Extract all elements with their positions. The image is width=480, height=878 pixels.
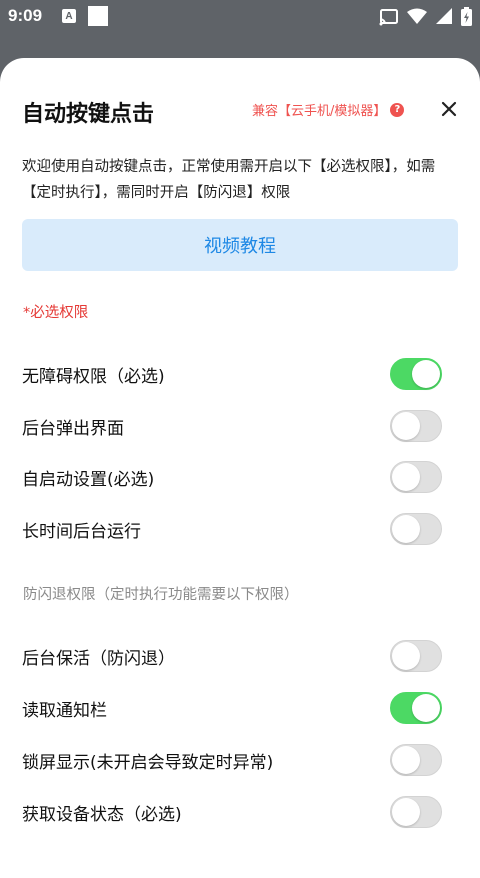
permission-sheet: 自动按键点击 兼容【云手机/模拟器】 ? 欢迎使用自动按键点击，正常使用需开启以… — [0, 58, 480, 878]
perm-label: 后台保活（防闪退） — [22, 648, 175, 669]
required-section-label: *必选权限 — [23, 305, 89, 321]
perm-row-lockscreen: 锁屏显示(未开启会导致定时异常) — [22, 740, 442, 780]
close-icon[interactable] — [439, 99, 459, 119]
perm-label: 长时间后台运行 — [22, 521, 141, 542]
perm-label: 后台弹出界面 — [22, 418, 124, 439]
toggle-knob — [392, 746, 420, 774]
device-state-toggle[interactable] — [390, 796, 442, 828]
perm-row-device-state: 获取设备状态（必选) — [22, 792, 442, 832]
perm-row-background-popup: 后台弹出界面 — [22, 406, 442, 446]
perm-label: 自启动设置(必选) — [22, 469, 155, 490]
toggle-knob — [392, 642, 420, 670]
help-icon[interactable]: ? — [390, 102, 405, 117]
perm-row-keep-alive: 后台保活（防闪退） — [22, 636, 442, 676]
anti-crash-section-label: 防闪退权限（定时执行功能需要以下权限） — [23, 587, 299, 603]
battery-icon — [461, 7, 472, 26]
intro-text: 欢迎使用自动按键点击，正常使用需开启以下【必选权限】，如需【定时执行】，需同时开… — [22, 159, 436, 201]
compat-label: 兼容【云手机/模拟器】 — [252, 104, 387, 119]
toggle-knob — [392, 463, 420, 491]
perm-row-accessibility: 无障碍权限（必选) — [22, 354, 442, 394]
perm-row-notification: 读取通知栏 — [22, 688, 442, 728]
toggle-knob — [412, 694, 440, 722]
toggle-knob — [392, 515, 420, 543]
toggle-knob — [392, 412, 420, 440]
status-time: 9:09 — [8, 6, 43, 25]
notification-a-icon: A — [62, 9, 76, 23]
lockscreen-toggle[interactable] — [390, 744, 442, 776]
perm-row-autostart: 自启动设置(必选) — [22, 457, 442, 497]
perm-label: 锁屏显示(未开启会导致定时异常) — [22, 752, 274, 773]
perm-row-long-background: 长时间后台运行 — [22, 509, 442, 549]
notification-toggle[interactable] — [390, 692, 442, 724]
signal-icon — [436, 8, 452, 24]
toggle-knob — [392, 798, 420, 826]
status-bar: 9:09 A — [0, 0, 480, 34]
long-background-toggle[interactable] — [390, 513, 442, 545]
wifi-icon — [407, 8, 427, 24]
notification-square-icon — [88, 6, 108, 26]
perm-label: 无障碍权限（必选) — [22, 366, 165, 387]
video-tutorial-button[interactable]: 视频教程 — [22, 219, 458, 271]
background-popup-toggle[interactable] — [390, 410, 442, 442]
toggle-knob — [412, 360, 440, 388]
perm-label: 读取通知栏 — [22, 700, 107, 721]
autostart-toggle[interactable] — [390, 461, 442, 493]
page-title: 自动按键点击 — [22, 102, 155, 127]
perm-label: 获取设备状态（必选) — [22, 804, 182, 825]
accessibility-toggle[interactable] — [390, 358, 442, 390]
status-icons — [379, 7, 472, 26]
compat-link[interactable]: 兼容【云手机/模拟器】 ? — [252, 100, 405, 119]
keep-alive-toggle[interactable] — [390, 640, 442, 672]
cast-icon — [379, 8, 398, 25]
